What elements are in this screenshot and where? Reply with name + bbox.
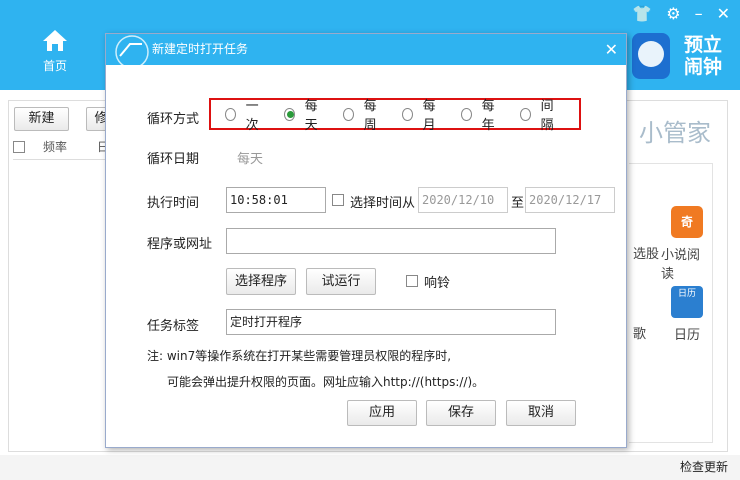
- dialog-title: 新建定时打开任务: [152, 42, 249, 56]
- ring-checkbox[interactable]: [406, 275, 418, 287]
- ring-label: 响铃: [424, 276, 451, 291]
- close-button[interactable]: ✕: [717, 4, 730, 23]
- home-icon: [43, 30, 67, 51]
- novel-app-icon[interactable]: 奇: [671, 206, 703, 238]
- note-line-1: 注: win7等操作系统在打开某些需要管理员权限的程序时,: [147, 349, 452, 363]
- check-update-link[interactable]: 检查更新: [680, 458, 728, 475]
- new-button[interactable]: 新建: [14, 107, 69, 131]
- time-label: 执行时间: [147, 196, 200, 211]
- cancel-button[interactable]: 取消: [506, 400, 576, 426]
- logo: 预立闹钟: [632, 33, 728, 79]
- dialog-titlebar: 新建定时打开任务 ✕: [106, 34, 626, 65]
- app-label[interactable]: 小说阅读: [661, 244, 712, 282]
- app-label[interactable]: 日历: [674, 324, 700, 343]
- skin-icon[interactable]: 👕: [632, 4, 652, 23]
- app-logo-icon: [115, 35, 149, 65]
- test-run-button[interactable]: 试运行: [306, 268, 376, 295]
- app-grid: 奇 小说阅读 日历 日历: [629, 163, 713, 443]
- app-label[interactable]: 选股: [633, 243, 659, 262]
- nav-home[interactable]: 首页: [38, 28, 72, 74]
- app-label[interactable]: 歌: [633, 323, 646, 342]
- radio-once[interactable]: 一次: [225, 95, 266, 133]
- note-line-2: 可能会弹出提升权限的页面。网址应输入http://(https://)。: [167, 375, 485, 389]
- radio-weekly[interactable]: 每周: [343, 95, 384, 133]
- program-input[interactable]: [226, 228, 556, 254]
- radio-monthly[interactable]: 每月: [402, 95, 443, 133]
- cycle-label: 循环方式: [147, 112, 200, 127]
- minimize-button[interactable]: –: [695, 4, 703, 23]
- radio-interval[interactable]: 间隔: [520, 95, 561, 133]
- divider: [13, 159, 113, 160]
- radio-yearly[interactable]: 每年: [461, 95, 502, 133]
- range-to-input[interactable]: 2020/12/17: [525, 187, 615, 213]
- alarm-clock-icon: [632, 33, 670, 79]
- dialog-close-button[interactable]: ✕: [605, 34, 618, 65]
- time-input[interactable]: 10:58:01: [226, 187, 326, 213]
- gear-icon[interactable]: ⚙: [666, 4, 680, 23]
- cycle-radio-group: 一次 每天 每周 每月 每年 间隔: [209, 95, 581, 133]
- range-from-input[interactable]: 2020/12/10: [418, 187, 508, 213]
- program-label: 程序或网址: [147, 237, 213, 252]
- date-value: 每天: [237, 152, 264, 167]
- status-bar: 检查更新: [0, 455, 740, 480]
- date-label: 循环日期: [147, 152, 200, 167]
- range-checkbox[interactable]: [332, 194, 344, 206]
- range-to-label: 至: [511, 196, 525, 211]
- brand-text: 小管家: [639, 119, 711, 147]
- radio-daily[interactable]: 每天: [284, 95, 325, 133]
- new-task-dialog: 新建定时打开任务 ✕ 循环方式 一次 每天 每周 每月 每年 间隔 循环日期 每…: [105, 33, 627, 448]
- tag-label: 任务标签: [147, 319, 200, 334]
- tag-input[interactable]: 定时打开程序: [226, 309, 556, 335]
- choose-program-button[interactable]: 选择程序: [226, 268, 296, 295]
- column-frequency: 频率: [43, 140, 68, 154]
- calendar-app-icon[interactable]: 日历: [671, 286, 703, 318]
- range-label: 选择时间从: [350, 196, 416, 211]
- select-all-checkbox[interactable]: [13, 141, 25, 153]
- save-button[interactable]: 保存: [426, 400, 496, 426]
- apply-button[interactable]: 应用: [347, 400, 417, 426]
